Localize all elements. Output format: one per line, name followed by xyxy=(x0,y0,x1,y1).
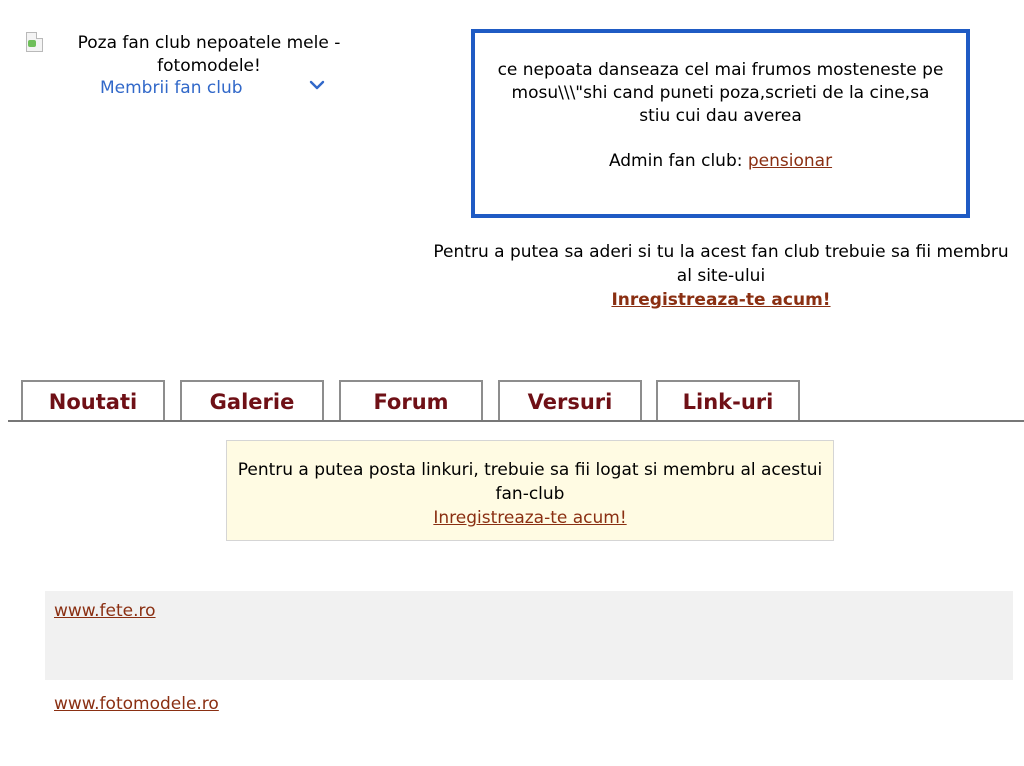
members-link[interactable]: Membrii fan club xyxy=(100,78,243,98)
notice-register-link[interactable]: Inregistreaza-te acum! xyxy=(433,508,626,528)
register-link[interactable]: Inregistreaza-te acum! xyxy=(611,290,830,310)
join-notice: Pentru a putea sa aderi si tu la acest f… xyxy=(426,240,1016,312)
link-item[interactable]: www.fete.ro xyxy=(54,601,156,621)
tab-link-uri[interactable]: Link-uri xyxy=(656,380,800,420)
admin-label: Admin fan club: xyxy=(608,151,743,171)
tab-bar-divider xyxy=(8,420,1024,422)
login-notice: Pentru a putea posta linkuri, trebuie sa… xyxy=(226,440,834,541)
club-title: Poza fan club nepoatele mele - fotomodel… xyxy=(77,33,341,76)
tab-forum[interactable]: Forum xyxy=(339,380,483,420)
broken-image-icon xyxy=(24,30,56,60)
tab-bar: Noutati Galerie Forum Versuri Link-uri xyxy=(0,380,1024,422)
admin-line: Admin fan club: pensionar xyxy=(475,151,966,171)
club-description: ce nepoata danseaza cel mai frumos moste… xyxy=(497,60,944,126)
tab-galerie[interactable]: Galerie xyxy=(180,380,324,420)
join-text: Pentru a putea sa aderi si tu la acest f… xyxy=(433,242,1009,286)
tab-noutati[interactable]: Noutati xyxy=(21,380,165,420)
chevron-down-icon[interactable] xyxy=(308,76,326,94)
login-notice-text: Pentru a putea posta linkuri, trebuie sa… xyxy=(237,460,823,504)
club-description-box: ce nepoata danseaza cel mai frumos moste… xyxy=(471,29,970,218)
link-item[interactable]: www.fotomodele.ro xyxy=(54,694,219,714)
list-item: www.fotomodele.ro xyxy=(45,686,1013,746)
admin-link[interactable]: pensionar xyxy=(748,151,832,171)
list-item: www.fete.ro xyxy=(45,591,1013,680)
tab-versuri[interactable]: Versuri xyxy=(498,380,642,420)
